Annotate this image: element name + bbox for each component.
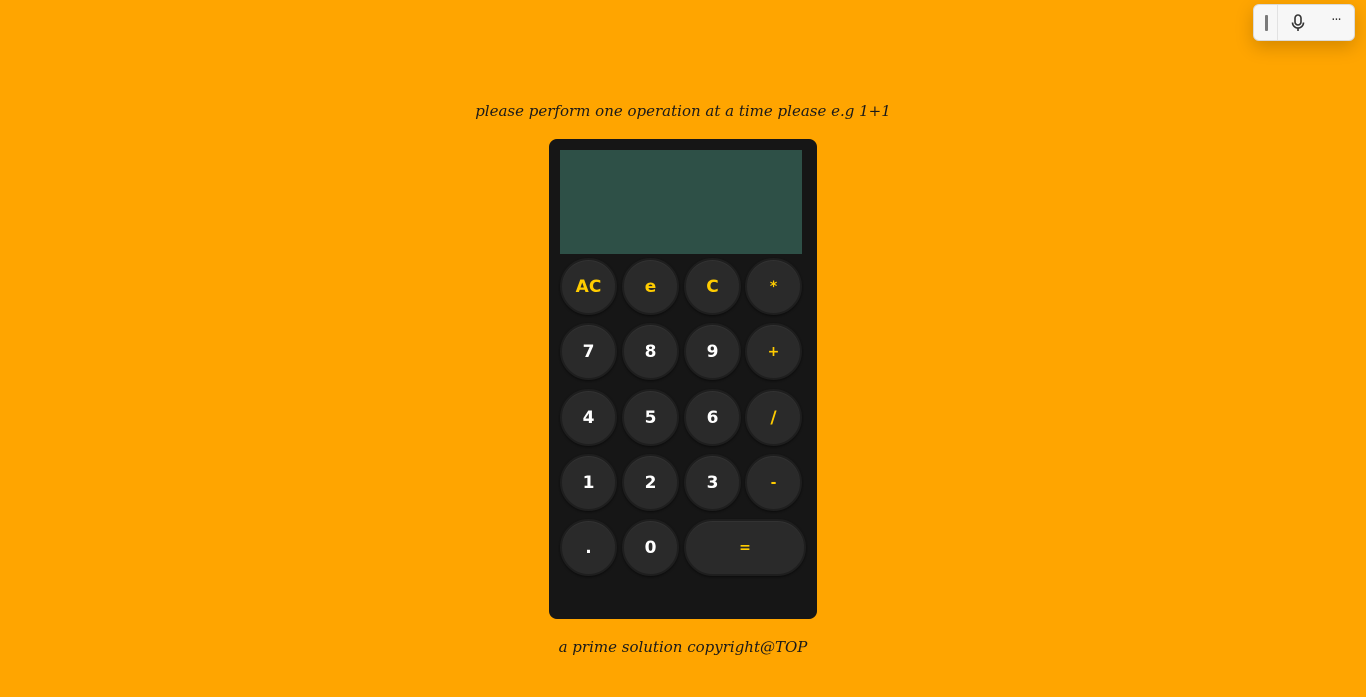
microphone-icon[interactable]: [1288, 13, 1308, 33]
calculator-display: [560, 150, 802, 254]
toolbar-divider: [1277, 5, 1278, 40]
digit-5-button[interactable]: 5: [622, 389, 679, 446]
digit-7-button[interactable]: 7: [560, 323, 617, 380]
more-options-icon[interactable]: ···: [1324, 11, 1348, 33]
digit-3-button[interactable]: 3: [684, 454, 741, 511]
digit-9-button[interactable]: 9: [684, 323, 741, 380]
decimal-button[interactable]: .: [560, 519, 617, 576]
divide-button[interactable]: /: [745, 389, 802, 446]
instruction-text: please perform one operation at a time p…: [475, 102, 891, 120]
digit-8-button[interactable]: 8: [622, 323, 679, 380]
clear-button[interactable]: C: [684, 258, 741, 315]
clear-all-button[interactable]: AC: [560, 258, 617, 315]
digit-4-button[interactable]: 4: [560, 389, 617, 446]
digit-0-button[interactable]: 0: [622, 519, 679, 576]
multiply-button[interactable]: *: [745, 258, 802, 315]
floating-voice-toolbar: ···: [1253, 4, 1355, 41]
digit-2-button[interactable]: 2: [622, 454, 679, 511]
digit-6-button[interactable]: 6: [684, 389, 741, 446]
plus-button[interactable]: +: [745, 323, 802, 380]
minus-button[interactable]: -: [745, 454, 802, 511]
equals-button[interactable]: =: [684, 519, 806, 576]
footer-text: a prime solution copyright@TOP: [558, 638, 808, 656]
digit-1-button[interactable]: 1: [560, 454, 617, 511]
e-button[interactable]: e: [622, 258, 679, 315]
drag-handle-icon[interactable]: [1265, 15, 1268, 31]
calculator: AC e C * 7 8 9 + 4 5 6 / 1 2 3 - . 0 =: [549, 139, 817, 619]
